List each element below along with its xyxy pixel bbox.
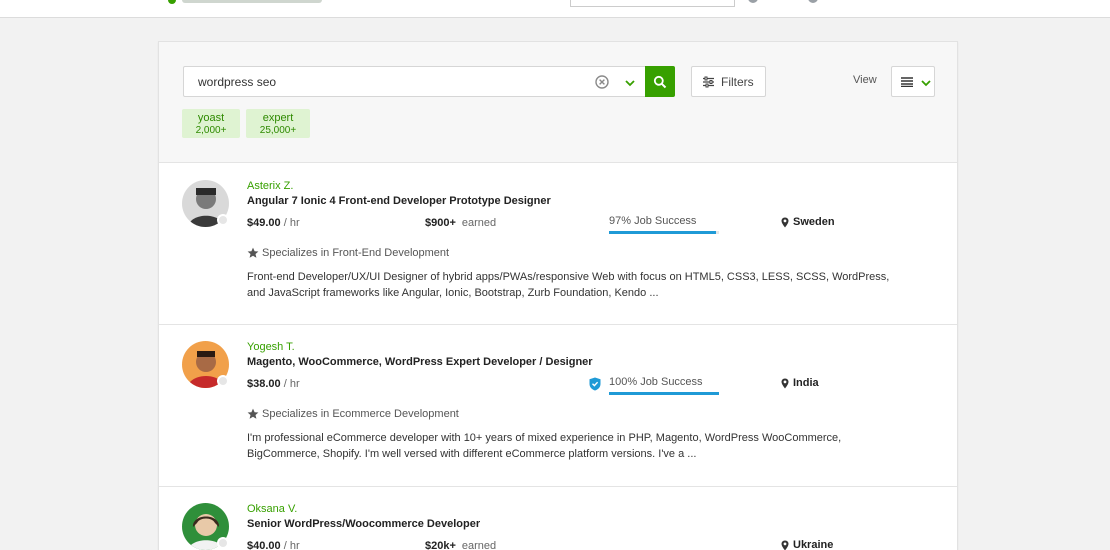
filters-button[interactable]: Filters <box>691 66 766 97</box>
top-search-input[interactable] <box>570 0 735 7</box>
search-box <box>183 66 649 97</box>
job-success-label: 97% Job Success <box>609 215 697 227</box>
rate-value: $40.00 <box>247 540 281 550</box>
job-success-label: 100% Job Success <box>609 376 703 388</box>
freelancer-title[interactable]: Senior WordPress/Woocommerce Developer <box>247 518 480 530</box>
top-nav-bar <box>0 0 1110 18</box>
rate-unit: / hr <box>280 217 300 229</box>
clear-icon[interactable] <box>595 75 609 89</box>
chip-label: yoast <box>197 112 225 124</box>
freelancer-description: Front-end Developer/UX/UI Designer of hy… <box>247 271 890 299</box>
earned-amount: $900+ earned <box>425 217 496 229</box>
view-label: View <box>853 74 877 86</box>
related-search-chip[interactable]: expert 25,000+ <box>246 109 310 138</box>
rate-value: $49.00 <box>247 217 281 229</box>
freelancer-result[interactable]: Oksana V. Senior WordPress/Woocommerce D… <box>159 487 957 550</box>
search-area: Filters View yoast 2,000+ expert 25,000+ <box>159 42 957 163</box>
list-view-icon <box>901 77 913 87</box>
location-name: India <box>793 377 819 389</box>
rate-value: $38.00 <box>247 378 281 390</box>
online-status-dot <box>217 537 229 549</box>
logo-mark <box>168 0 176 4</box>
specialization: Specializes in Front-End Development <box>247 247 449 259</box>
specialization-label: Specializes in Front-End Development <box>262 247 450 259</box>
earned-value: $20k+ <box>425 540 456 550</box>
job-success-bar <box>609 392 719 395</box>
location-pin-icon <box>781 378 789 388</box>
view-toggle-button[interactable] <box>891 66 935 97</box>
job-success-fill <box>609 231 716 234</box>
earned-amount: $20k+ earned <box>425 540 496 550</box>
job-success-bar <box>609 231 719 234</box>
freelancer-result[interactable]: Yogesh T. Magento, WooCommerce, WordPres… <box>159 325 957 487</box>
search-results-panel: Filters View yoast 2,000+ expert 25,000+ <box>158 41 958 550</box>
location-name: Sweden <box>793 216 835 228</box>
star-icon <box>247 247 259 258</box>
search-button[interactable] <box>645 66 675 97</box>
location: Sweden <box>781 216 835 228</box>
freelancer-name[interactable]: Asterix Z. <box>247 180 293 192</box>
freelancer-description: I'm professional eCommerce developer wit… <box>247 432 842 460</box>
location: Ukraine <box>781 539 833 550</box>
chip-count: 25,000+ <box>259 125 297 136</box>
freelancer-result[interactable]: Asterix Z. Angular 7 Ionic 4 Front-end D… <box>159 164 957 325</box>
earned-label: earned <box>461 217 497 229</box>
online-status-dot <box>217 214 229 226</box>
freelancer-title[interactable]: Angular 7 Ionic 4 Front-end Developer Pr… <box>247 195 551 207</box>
specialization-label: Specializes in Ecommerce Development <box>262 408 459 420</box>
help-icon[interactable] <box>748 0 758 3</box>
star-icon <box>247 408 259 419</box>
top-nav-icons <box>748 0 828 5</box>
hourly-rate: $49.00 / hr <box>247 217 300 229</box>
rate-unit: / hr <box>280 540 300 550</box>
freelancer-name[interactable]: Yogesh T. <box>247 341 295 353</box>
location-pin-icon <box>781 217 789 227</box>
chip-label: expert <box>262 112 294 124</box>
hourly-rate: $38.00 / hr <box>247 378 300 390</box>
chevron-down-icon[interactable] <box>623 76 637 90</box>
search-icon <box>653 75 667 88</box>
chevron-down-icon <box>921 80 931 87</box>
online-status-dot <box>217 375 229 387</box>
top-rated-badge-icon <box>589 377 601 391</box>
hourly-rate: $40.00 / hr <box>247 540 300 550</box>
freelancer-title[interactable]: Magento, WooCommerce, WordPress Expert D… <box>247 356 593 368</box>
location-pin-icon <box>781 540 789 550</box>
logo-wordmark <box>182 0 322 3</box>
job-success: 97% Job Success <box>609 215 719 234</box>
chip-count: 2,000+ <box>195 125 227 136</box>
job-success: 100% Job Success <box>609 376 719 395</box>
earned-label: earned <box>461 540 497 550</box>
location-name: Ukraine <box>793 539 834 550</box>
specialization: Specializes in Ecommerce Development <box>247 408 459 420</box>
avatar-icon[interactable] <box>808 0 818 3</box>
related-search-chip[interactable]: yoast 2,000+ <box>182 109 240 138</box>
job-success-fill <box>609 392 719 395</box>
filters-label: Filters <box>721 74 754 89</box>
sliders-icon <box>703 76 714 87</box>
search-input[interactable] <box>198 73 578 91</box>
location: India <box>781 377 819 389</box>
freelancer-name[interactable]: Oksana V. <box>247 503 297 515</box>
rate-unit: / hr <box>280 378 300 390</box>
logo[interactable] <box>168 0 328 6</box>
earned-value: $900+ <box>425 217 456 229</box>
